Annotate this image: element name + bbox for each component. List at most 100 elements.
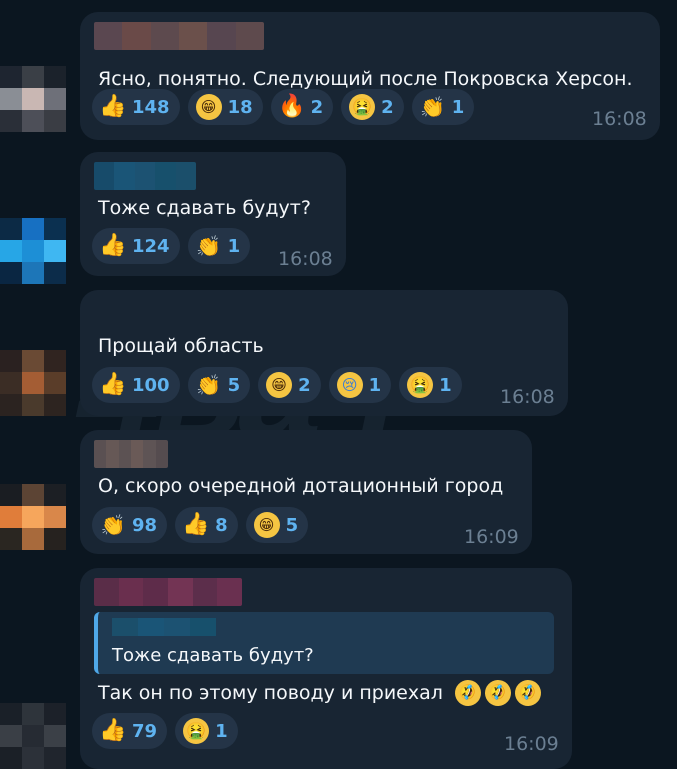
message-text: Ясно, понятно. Следующий после Покровска… [98,68,633,90]
thumbs-up-icon: 👍 [99,718,127,743]
reaction-count: 1 [451,96,465,118]
avatar-pixel [0,240,22,262]
thumbs-up-icon: 👍 [99,372,127,397]
reaction-chip[interactable]: 😁 2 [258,367,321,403]
reaction-chip[interactable]: 🤮 2 [341,89,404,125]
reaction-chip[interactable]: 🤮 1 [399,367,462,403]
reaction-chip[interactable]: 👏 1 [187,228,251,264]
avatar[interactable] [0,484,66,550]
vomit-icon: 🤮 [183,718,210,744]
avatar-pixel [22,484,44,506]
reactions-bar: 👍 148 😁 18 🔥 2 🤮 2 👏 1 [92,89,475,125]
sender-name-pixel [134,162,156,190]
sender-name-pixel [122,22,151,50]
sender-name[interactable] [94,22,264,50]
reaction-chip[interactable]: 😁 5 [245,507,309,543]
sender-name-pixel [235,22,264,50]
reaction-chip[interactable]: 👏 1 [411,89,475,125]
avatar-pixel [44,725,66,747]
reply-name-pixel [112,618,138,636]
sender-name-pixel [155,440,168,468]
sender-name-pixel [178,22,208,50]
sender-name[interactable] [94,440,168,468]
avatar[interactable] [0,66,66,132]
message-text: Так он по этому поводу и приехал 🤣 🤣 🤣 [98,675,546,711]
avatar-pixel [44,88,66,110]
sender-name-pixel [118,578,144,606]
message-bubble[interactable]: О, скоро очередной дотационный город 👏 98… [80,430,532,554]
rofl-icon: 🤣 [450,675,486,711]
reaction-count: 1 [227,235,241,257]
avatar[interactable] [0,703,66,769]
vomit-icon: 🤮 [349,94,376,120]
reaction-chip[interactable]: 👍 148 [92,89,180,125]
reaction-chip[interactable]: 👍 8 [175,507,238,543]
sender-name-pixel [94,578,119,606]
avatar-pixel [22,110,44,132]
avatar-pixel [22,372,44,394]
reaction-count: 1 [368,374,382,396]
sender-name-pixel [118,440,131,468]
avatar-pixel [22,528,44,550]
reaction-chip[interactable]: 🔥 2 [270,89,334,125]
reaction-count: 100 [132,374,170,396]
sender-name[interactable] [94,578,242,606]
sender-name-pixel [217,578,242,606]
clap-icon: 👏 [420,95,446,119]
message-bubble[interactable]: Тоже сдавать будут? 👍 124 👏 1 16:08 [80,152,346,276]
reaction-chip[interactable]: 👍 79 [92,713,168,749]
reply-name-pixel [190,618,216,636]
avatar-pixel [22,506,44,528]
fire-icon: 🔥 [277,94,306,119]
reactions-bar: 👍 100 👏 5 😁 2 😢 1 🤮 1 [92,367,462,403]
reaction-chip[interactable]: 😢 1 [328,367,392,403]
avatar-pixel [44,240,66,262]
reaction-count: 124 [132,235,170,257]
reactions-bar: 👍 124 👏 1 [92,228,251,264]
sender-name-pixel [192,578,218,606]
thumbs-up-icon: 👍 [99,233,127,258]
avatar-pixel [44,484,66,506]
reply-text: Тоже сдавать будут? [112,645,314,666]
avatar[interactable] [0,218,66,284]
grin-icon: 😁 [195,94,222,120]
avatar-pixel [0,88,22,110]
reaction-chip[interactable]: 👏 5 [187,367,251,403]
rofl-icon: 🤣 [510,675,546,711]
avatar-pixel [44,110,66,132]
reaction-chip[interactable]: 🤮 1 [175,713,238,749]
sender-name-pixel [114,162,135,190]
reply-sender-name [112,618,216,636]
message-bubble[interactable]: Тоже сдавать будут? Так он по этому пово… [80,568,572,769]
reaction-chip[interactable]: 😁 18 [187,89,263,125]
message-time: 16:09 [464,526,519,548]
reply-name-pixel [164,618,190,636]
reaction-chip[interactable]: 👏 98 [92,507,168,543]
avatar-pixel [44,528,66,550]
sender-name-pixel [94,162,115,190]
message-time: 16:08 [278,248,333,270]
sender-name[interactable] [94,162,196,190]
message-bubble[interactable]: Прощай область 👍 100 👏 5 😁 2 😢 1 🤮 1 16:08 [80,290,568,416]
avatar-pixel [22,394,44,416]
avatar-pixel [0,528,22,550]
message-time: 16:09 [504,733,559,755]
avatar[interactable] [0,350,66,416]
sender-name-pixel [94,22,123,50]
avatar-pixel [44,66,66,88]
avatar-pixel [0,506,22,528]
reactions-bar: 👏 98 👍 8 😁 5 [92,507,309,543]
grin-icon: 😁 [253,512,280,538]
cry-icon: 😢 [336,372,363,398]
avatar-pixel [0,372,22,394]
reply-quote[interactable]: Тоже сдавать будут? [94,612,554,674]
reaction-chip[interactable]: 👍 100 [92,367,180,403]
reaction-count: 2 [381,96,394,118]
message-bubble[interactable]: Ясно, понятно. Следующий после Покровска… [80,12,660,140]
reaction-chip[interactable]: 👍 124 [92,228,180,264]
avatar-pixel [22,703,44,725]
avatar-pixel [0,747,22,769]
message-text: Прощай область [98,335,264,357]
avatar-pixel [0,262,22,284]
sender-name-pixel [143,578,169,606]
